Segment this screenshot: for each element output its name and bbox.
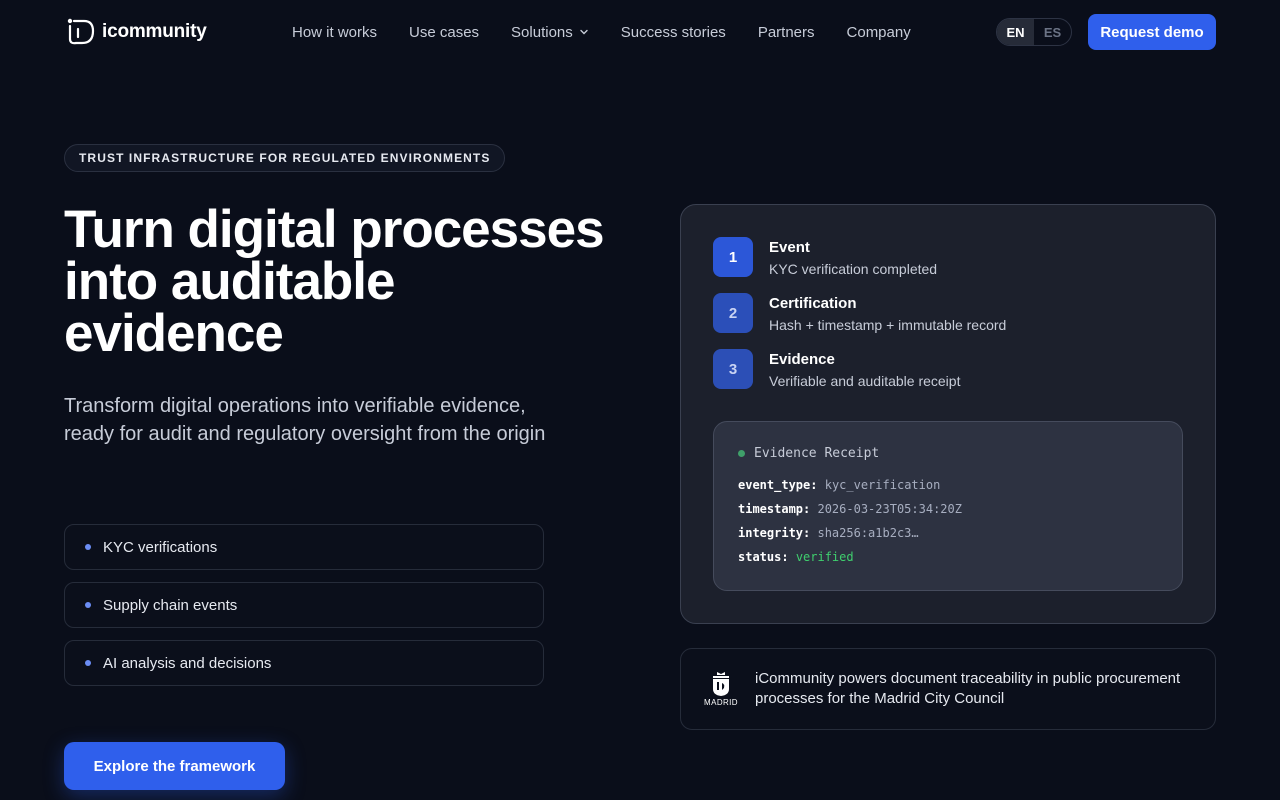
step-number: 3 xyxy=(713,349,753,389)
status-value: verified xyxy=(795,550,854,564)
receipt-key: integrity: xyxy=(738,526,811,540)
nav-link-label: Solutions xyxy=(511,23,573,41)
nav-link-label: Company xyxy=(846,23,911,41)
explore-framework-button[interactable]: Explore the framework xyxy=(64,742,285,790)
nav-use-cases[interactable]: Use cases xyxy=(409,22,479,42)
brand-name: icommunity xyxy=(102,21,207,42)
flow-step-event: 1 Event KYC verification completed xyxy=(713,237,937,280)
receipt-row-timestamp: timestamp: 2026-03-23T05:34:20Z xyxy=(738,497,1158,521)
icommunity-logo-icon xyxy=(67,18,95,45)
receipt-key: status: xyxy=(738,550,789,564)
bullet-dot-icon xyxy=(85,602,91,608)
bullet-dot-icon xyxy=(85,544,91,550)
chevron-down-icon xyxy=(580,29,588,35)
request-demo-button[interactable]: Request demo xyxy=(1088,14,1216,50)
step-title: Event xyxy=(769,239,810,256)
use-case-label: Supply chain events xyxy=(103,596,238,614)
madrid-logo: MADRID xyxy=(701,671,741,707)
receipt-title: Evidence Receipt xyxy=(754,446,880,461)
testimonial-text: iCommunity powers document traceability … xyxy=(755,670,1181,707)
nav-success-stories[interactable]: Success stories xyxy=(621,22,726,42)
step-description: Verifiable and auditable receipt xyxy=(769,373,961,389)
nav-partners[interactable]: Partners xyxy=(758,22,815,42)
receipt-row-integrity: integrity: sha256:a1b2c3… xyxy=(738,521,1158,545)
step-description: Hash + timestamp + immutable record xyxy=(769,317,1007,333)
step-title: Evidence xyxy=(769,351,835,368)
nav-link-label: Success stories xyxy=(620,23,726,41)
use-case-label: AI analysis and decisions xyxy=(103,654,272,672)
bullet-dot-icon xyxy=(85,660,91,666)
receipt-key: timestamp: xyxy=(738,502,811,516)
receipt-row-event-type: event_type: kyc_verification xyxy=(738,473,1158,497)
use-case-list: KYC verifications Supply chain events AI… xyxy=(64,524,544,698)
step-number: 2 xyxy=(713,293,753,333)
receipt-value: kyc_verification xyxy=(824,478,941,492)
receipt-row-status: status: verified xyxy=(738,545,1158,569)
use-case-item: Supply chain events xyxy=(64,582,544,628)
nav-link-label: Use cases xyxy=(409,23,480,41)
lang-option-en[interactable]: EN xyxy=(997,19,1034,45)
top-nav: icommunity How it works Use cases Soluti… xyxy=(0,0,1280,64)
madrid-testimonial-card[interactable]: MADRID iCommunity powers document tracea… xyxy=(680,648,1216,730)
receipt-value: 2026-03-23T05:34:20Z xyxy=(817,502,962,516)
nav-link-label: Partners xyxy=(757,23,815,41)
lang-option-es[interactable]: ES xyxy=(1034,19,1071,45)
nav-link-label: How it works xyxy=(292,23,378,41)
flow-step-certification: 2 Certification Hash + timestamp + immut… xyxy=(713,293,1006,336)
use-case-label: KYC verifications xyxy=(103,538,218,556)
hero-subtitle: Transform digital operations into verifi… xyxy=(64,395,546,445)
hero-title: Turn digital processes into auditable ev… xyxy=(64,200,605,363)
use-case-item: AI analysis and decisions xyxy=(64,640,544,686)
nav-links: How it works Use cases Solutions Success… xyxy=(292,22,943,42)
evidence-flow-card: 1 Event KYC verification completed 2 Cer… xyxy=(680,204,1216,624)
receipt-key: event_type: xyxy=(738,478,818,492)
flow-step-evidence: 3 Evidence Verifiable and auditable rece… xyxy=(713,349,960,392)
nav-how-it-works[interactable]: How it works xyxy=(292,22,377,42)
nav-solutions[interactable]: Solutions xyxy=(511,22,589,42)
madrid-crest-icon xyxy=(713,672,729,696)
evidence-receipt: Evidence Receipt event_type: kyc_verific… xyxy=(713,421,1183,591)
madrid-logo-text: MADRID xyxy=(704,698,738,707)
step-number: 1 xyxy=(713,237,753,277)
brand-logo[interactable]: icommunity xyxy=(64,17,207,47)
status-dot-icon xyxy=(738,450,745,457)
hero-badge: TRUST INFRASTRUCTURE FOR REGULATED ENVIR… xyxy=(64,144,506,172)
nav-company[interactable]: Company xyxy=(847,22,911,42)
use-case-item: KYC verifications xyxy=(64,524,544,570)
step-title: Certification xyxy=(769,295,857,312)
language-switcher: EN ES xyxy=(996,18,1072,46)
step-description: KYC verification completed xyxy=(769,261,938,277)
receipt-value: sha256:a1b2c3… xyxy=(817,526,919,540)
